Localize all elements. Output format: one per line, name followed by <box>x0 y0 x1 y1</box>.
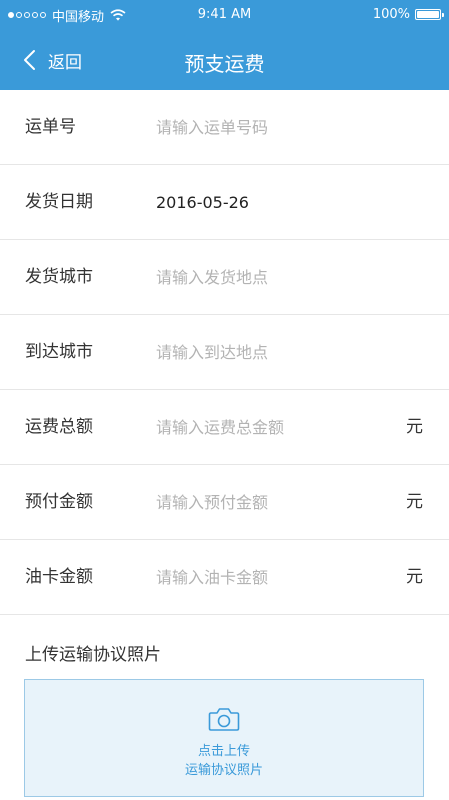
form-row-ship-date: 发货日期 <box>0 165 449 240</box>
form-row-total-freight: 运费总额 元 <box>0 390 449 465</box>
header: 中国移动 9:41 AM 100% 返回 预支运费 <box>0 0 449 90</box>
origin-city-label: 发货城市 <box>25 267 93 287</box>
total-freight-unit: 元 <box>406 417 423 437</box>
ship-date-label: 发货日期 <box>25 192 93 212</box>
upload-section-title: 上传运输协议照片 <box>25 645 161 665</box>
status-right: 100% <box>372 7 444 22</box>
form-row-destination-city: 到达城市 <box>0 315 449 390</box>
fuel-card-amount-label: 油卡金额 <box>25 567 93 587</box>
upload-photo-button[interactable]: 点击上传 运输协议照片 <box>24 679 424 797</box>
page-title: 预支运费 <box>184 52 265 76</box>
battery-tip <box>442 13 444 17</box>
waybill-number-label: 运单号 <box>25 117 76 137</box>
form-row-origin-city: 发货城市 <box>0 240 449 315</box>
camera-icon <box>208 708 240 731</box>
battery-fill <box>417 11 439 18</box>
fuel-card-amount-input[interactable] <box>156 562 386 592</box>
upload-hint-line2: 运输协议照片 <box>184 763 263 778</box>
form-row-fuel-card-amount: 油卡金额 元 <box>0 540 449 615</box>
destination-city-label: 到达城市 <box>25 342 93 362</box>
total-freight-label: 运费总额 <box>25 417 93 437</box>
prepaid-amount-label: 预付金额 <box>25 492 93 512</box>
prepaid-amount-unit: 元 <box>406 492 423 512</box>
form-row-prepaid-amount: 预付金额 元 <box>0 465 449 540</box>
battery-percent: 100% <box>372 7 410 22</box>
battery-icon <box>415 9 444 20</box>
ship-date-input[interactable] <box>156 187 386 217</box>
destination-city-input[interactable] <box>156 337 386 367</box>
origin-city-input[interactable] <box>156 262 386 292</box>
waybill-number-input[interactable] <box>156 112 386 142</box>
fuel-card-amount-unit: 元 <box>406 567 423 587</box>
upload-hint-line1: 点击上传 <box>197 744 250 759</box>
prepaid-amount-input[interactable] <box>156 487 386 517</box>
total-freight-input[interactable] <box>156 412 386 442</box>
nav-bar: 返回 预支运费 <box>0 30 449 90</box>
status-bar: 中国移动 9:41 AM 100% <box>0 0 449 30</box>
form-row-waybill-number: 运单号 <box>0 90 449 165</box>
freight-form: 运单号 发货日期 发货城市 到达城市 运费总额 元 预付金额 元 油卡金额 元 <box>0 90 449 615</box>
